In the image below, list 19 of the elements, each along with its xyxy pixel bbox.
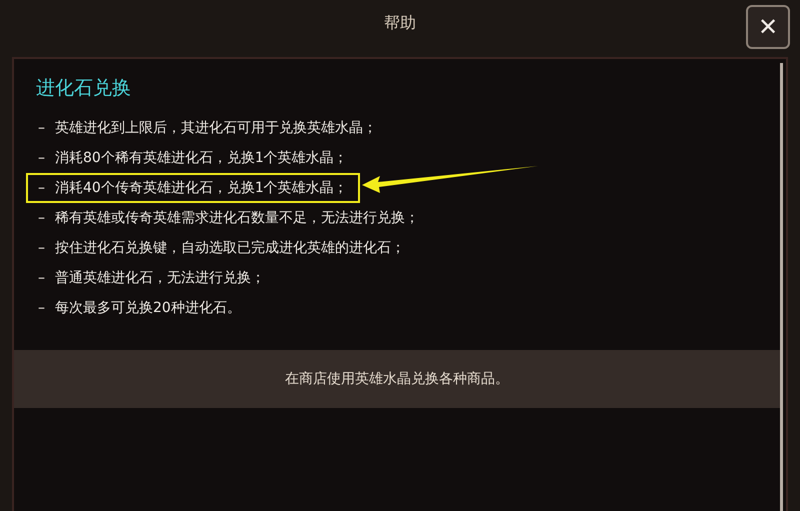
rule-text: 普通英雄进化石，无法进行兑换； — [55, 269, 265, 287]
rule-text: 稀有英雄或传奇英雄需求进化石数量不足，无法进行兑换； — [55, 209, 419, 227]
dialog-title: 帮助 — [384, 13, 416, 34]
rule-text: 消耗40个传奇英雄进化石，兑换1个英雄水晶； — [55, 179, 348, 197]
bullet: – — [38, 150, 45, 166]
rule-text: 英雄进化到上限后，其进化石可用于兑换英雄水晶； — [55, 119, 377, 137]
close-button[interactable]: ✕ — [746, 5, 790, 49]
bullet: – — [38, 240, 45, 256]
section-heading: 进化石兑换 — [36, 77, 131, 99]
scrollbar[interactable] — [780, 63, 783, 511]
footer-text: 在商店使用英雄水晶兑换各种商品。 — [285, 370, 509, 388]
rule-text: 消耗80个稀有英雄进化石，兑换1个英雄水晶； — [55, 149, 348, 167]
bullet: – — [38, 270, 45, 286]
bullet: – — [38, 120, 45, 136]
bullet: – — [38, 300, 45, 316]
rule-text: 按住进化石兑换键，自动选取已完成进化英雄的进化石； — [55, 239, 405, 257]
bullet: – — [38, 210, 45, 226]
rule-text: 每次最多可兑换20种进化石。 — [55, 299, 241, 317]
bullet: – — [38, 180, 45, 196]
